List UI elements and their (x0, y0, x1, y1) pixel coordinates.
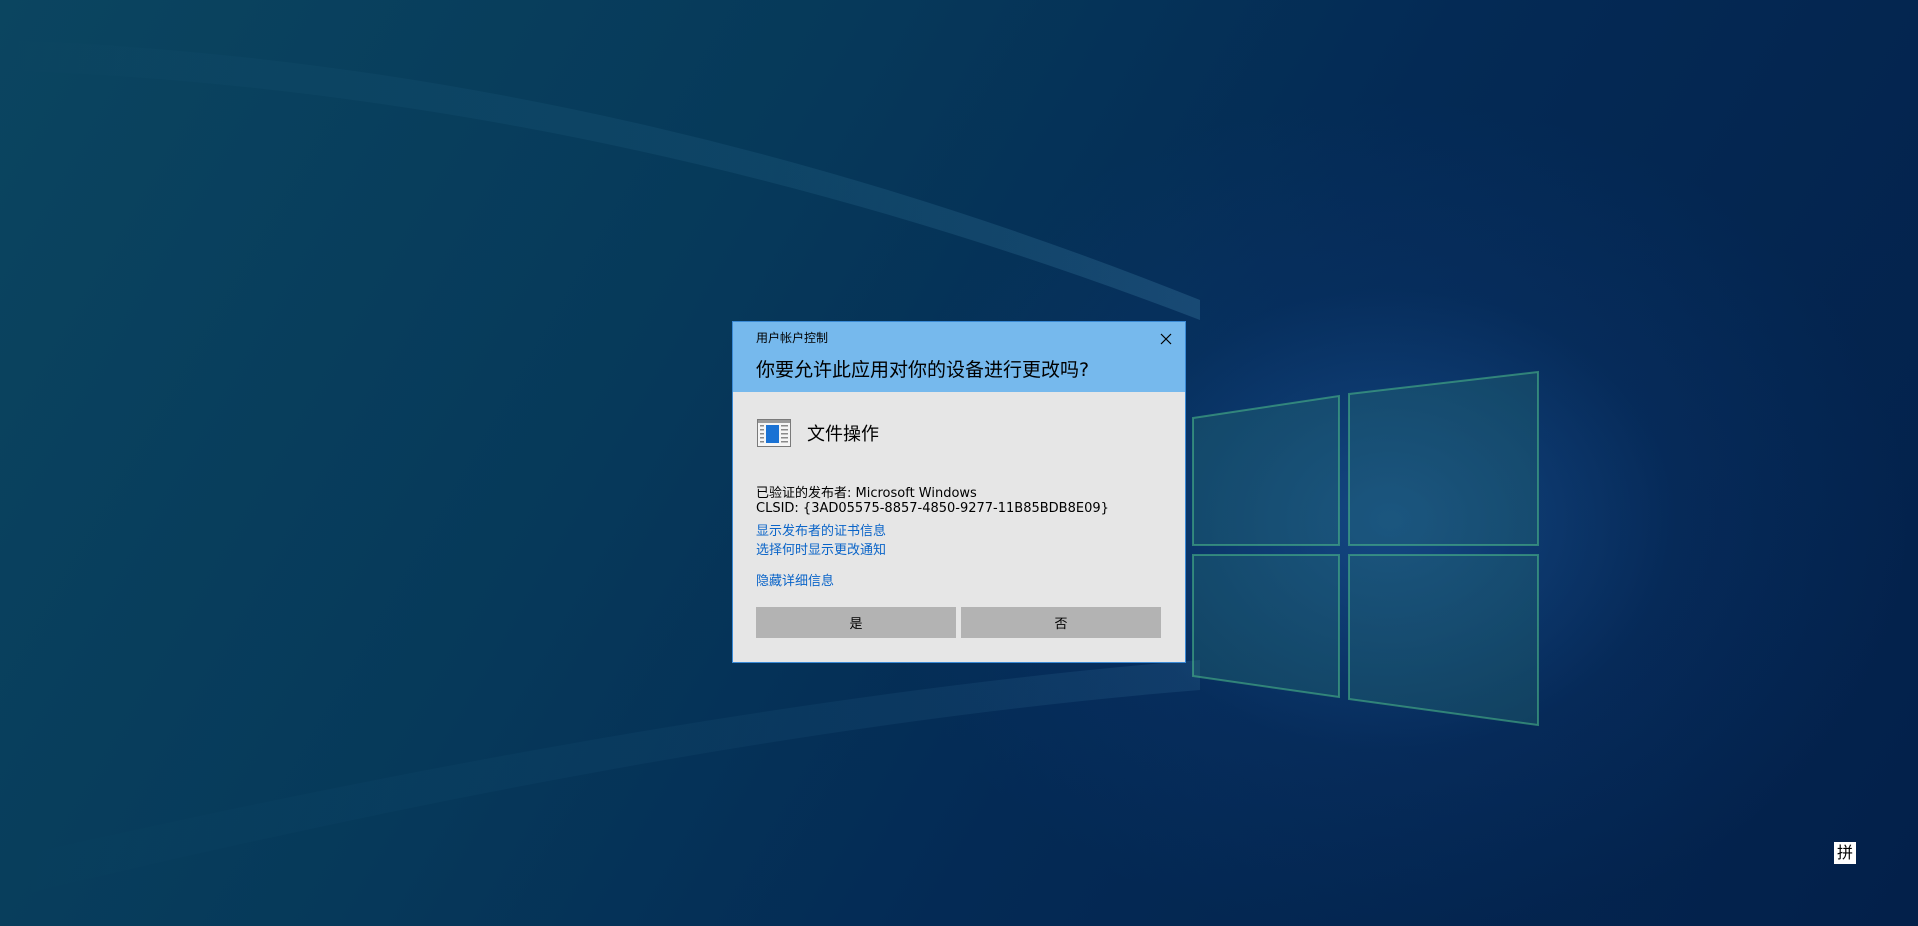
uac-question: 你要允许此应用对你的设备进行更改吗? (756, 359, 1090, 381)
ime-indicator[interactable]: 拼 (1834, 842, 1856, 864)
app-window-icon (757, 419, 791, 447)
clsid-line: CLSID: {3AD05575-8857-4850-9277-11B85BDB… (756, 501, 1109, 516)
publisher-line: 已验证的发布者: Microsoft Windows (756, 486, 977, 501)
close-icon (1160, 333, 1172, 345)
desktop-background: 用户帐户控制 你要允许此应用对你的设备进行更改吗? 文件操作 已验证的发布者: … (0, 0, 1918, 926)
change-notification-link[interactable]: 选择何时显示更改通知 (756, 539, 886, 558)
close-button[interactable] (1155, 328, 1177, 350)
no-button[interactable]: 否 (961, 607, 1161, 638)
app-name: 文件操作 (807, 424, 879, 445)
show-certificate-link[interactable]: 显示发布者的证书信息 (756, 520, 886, 539)
yes-button[interactable]: 是 (756, 607, 956, 638)
uac-caption: 用户帐户控制 (756, 331, 829, 345)
hide-details-link[interactable]: 隐藏详细信息 (756, 570, 834, 589)
uac-header: 用户帐户控制 你要允许此应用对你的设备进行更改吗? (733, 322, 1185, 392)
uac-dialog: 用户帐户控制 你要允许此应用对你的设备进行更改吗? 文件操作 已验证的发布者: … (732, 321, 1186, 663)
app-row: 文件操作 (757, 418, 879, 448)
